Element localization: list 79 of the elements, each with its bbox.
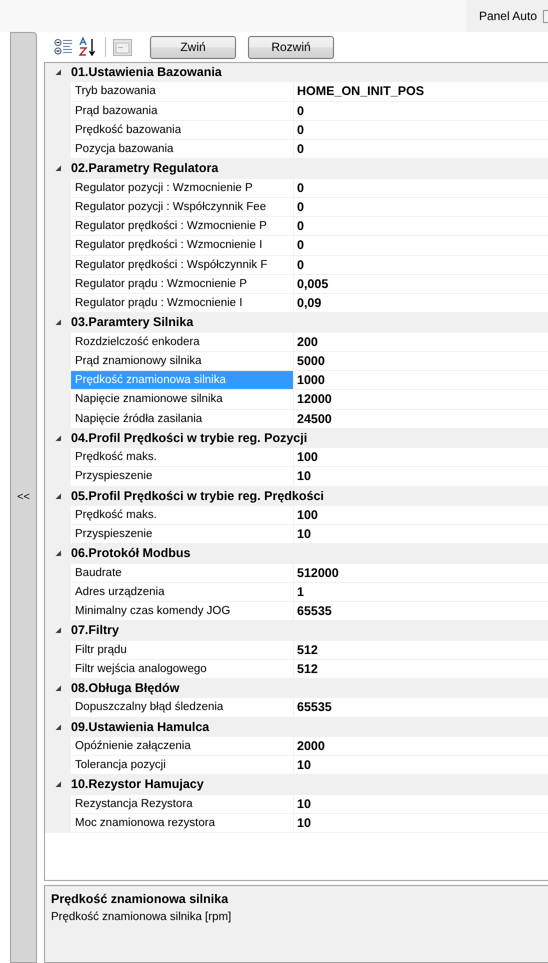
expand-panel-button[interactable]: << — [17, 489, 30, 506]
collapse-button[interactable]: Zwiń — [150, 36, 236, 58]
property-value[interactable]: 0,005 — [294, 274, 548, 294]
property-name[interactable]: Filtr wejścia analogowego — [71, 660, 293, 679]
description-text: Prędkość znamionowa silnika [rpm] — [51, 910, 232, 925]
property-pages-icon — [113, 38, 132, 56]
property-value[interactable]: 0,09 — [294, 294, 548, 314]
expand-button[interactable]: Rozwiń — [248, 36, 334, 58]
property-name[interactable]: Regulator pozycji : Wzmocnienie P — [71, 178, 293, 198]
property-value[interactable]: 1000 — [294, 371, 548, 390]
property-value[interactable]: 5000 — [294, 352, 548, 371]
property-value[interactable]: 0 — [294, 198, 548, 217]
property-value[interactable]: 0 — [294, 140, 548, 160]
collapse-triangle-icon[interactable] — [54, 724, 62, 731]
property-name[interactable]: Przyspieszenie — [71, 467, 293, 486]
description-title: Prędkość znamionowa silnika — [51, 891, 230, 908]
property-value[interactable]: 10 — [294, 525, 548, 544]
property-value[interactable]: 65535 — [294, 698, 548, 718]
property-value[interactable]: 65535 — [294, 602, 548, 622]
property-name[interactable]: Opóźnienie załączenia — [71, 736, 293, 756]
property-name[interactable]: Przyspieszenie — [71, 525, 293, 544]
property-name[interactable]: Adres urządzenia — [71, 582, 293, 602]
collapse-triangle-icon[interactable] — [54, 550, 62, 558]
property-name[interactable]: Prędkość maks. — [71, 448, 293, 468]
category-header[interactable]: 07.Filtry — [71, 621, 119, 640]
categorized-view-icon[interactable] — [54, 38, 74, 56]
property-name[interactable]: Prędkość maks. — [71, 506, 293, 525]
property-value[interactable]: 1 — [294, 582, 548, 602]
collapse-triangle-icon[interactable] — [54, 319, 62, 326]
property-name[interactable]: Regulator prędkości : Wzmocnienie I — [71, 236, 293, 256]
property-value[interactable]: 10 — [294, 814, 548, 833]
property-name[interactable]: Baudrate — [71, 564, 293, 583]
property-value[interactable]: 0 — [294, 102, 548, 121]
property-name[interactable]: Tryb bazowania — [71, 82, 293, 102]
property-value[interactable]: 0 — [294, 178, 548, 198]
property-value[interactable]: 100 — [294, 506, 548, 525]
property-name[interactable]: Prąd bazowania — [71, 102, 293, 121]
collapse-triangle-icon[interactable] — [54, 69, 62, 76]
property-name[interactable]: Moc znamionowa rezystora — [71, 814, 293, 833]
collapse-triangle-icon[interactable] — [54, 492, 62, 500]
property-name[interactable]: Regulator prądu : Wzmocnienie P — [71, 274, 293, 294]
property-name[interactable]: Minimalny czas komendy JOG — [71, 602, 293, 622]
property-value[interactable]: 2000 — [294, 736, 548, 756]
property-value[interactable]: 0 — [294, 120, 548, 140]
property-name[interactable]: Napięcie znamionowe silnika — [71, 390, 293, 410]
collapse-triangle-icon[interactable] — [54, 627, 62, 634]
collapse-triangle-icon[interactable] — [54, 165, 62, 172]
property-name[interactable]: Filtr prądu — [71, 640, 293, 660]
property-name[interactable]: Napięcie źródła zasilania — [71, 410, 293, 429]
property-value[interactable]: 0 — [294, 256, 548, 275]
property-name[interactable]: Pozycja bazowania — [71, 140, 293, 160]
property-name[interactable]: Regulator pozycji : Współczynnik Fee — [71, 198, 293, 217]
sort-alphabetical-icon[interactable] — [78, 37, 98, 57]
property-name[interactable]: Regulator prądu : Wzmocnienie I — [71, 294, 293, 314]
property-value[interactable]: HOME_ON_INIT_POS — [294, 82, 548, 102]
property-value[interactable]: 10 — [294, 794, 548, 814]
property-value[interactable]: 24500 — [294, 410, 548, 429]
property-value[interactable]: 512000 — [294, 564, 548, 583]
property-name[interactable]: Tolerancja pozycji — [71, 756, 293, 776]
property-value[interactable]: 512 — [294, 640, 548, 660]
collapse-triangle-icon[interactable] — [54, 685, 62, 692]
property-value[interactable]: 200 — [294, 332, 548, 352]
collapse-triangle-icon[interactable] — [54, 434, 62, 442]
property-name[interactable]: Regulator prędkości : Współczynnik F — [71, 256, 293, 275]
property-name[interactable]: Rozdzielczość enkodera — [71, 332, 293, 352]
property-value[interactable]: 10 — [294, 756, 548, 776]
property-name[interactable]: Rezystancja Rezystora — [71, 794, 293, 814]
property-value[interactable]: 10 — [294, 467, 548, 486]
property-value[interactable]: 0 — [294, 236, 548, 256]
property-value[interactable]: 512 — [294, 660, 548, 679]
property-name[interactable]: Prąd znamionowy silnika — [71, 352, 293, 371]
property-name[interactable]: Dopuszczalny błąd śledzenia — [71, 698, 293, 718]
property-value[interactable]: 0 — [294, 217, 548, 236]
property-value[interactable]: 12000 — [294, 390, 548, 410]
collapse-triangle-icon[interactable] — [54, 781, 62, 788]
property-name[interactable]: Prędkość bazowania — [71, 120, 293, 140]
property-name[interactable]: Regulator prędkości : Wzmocnienie P — [71, 217, 293, 236]
panel-auto-label: Panel Auto — [478, 8, 537, 25]
property-value[interactable]: 100 — [294, 448, 548, 468]
